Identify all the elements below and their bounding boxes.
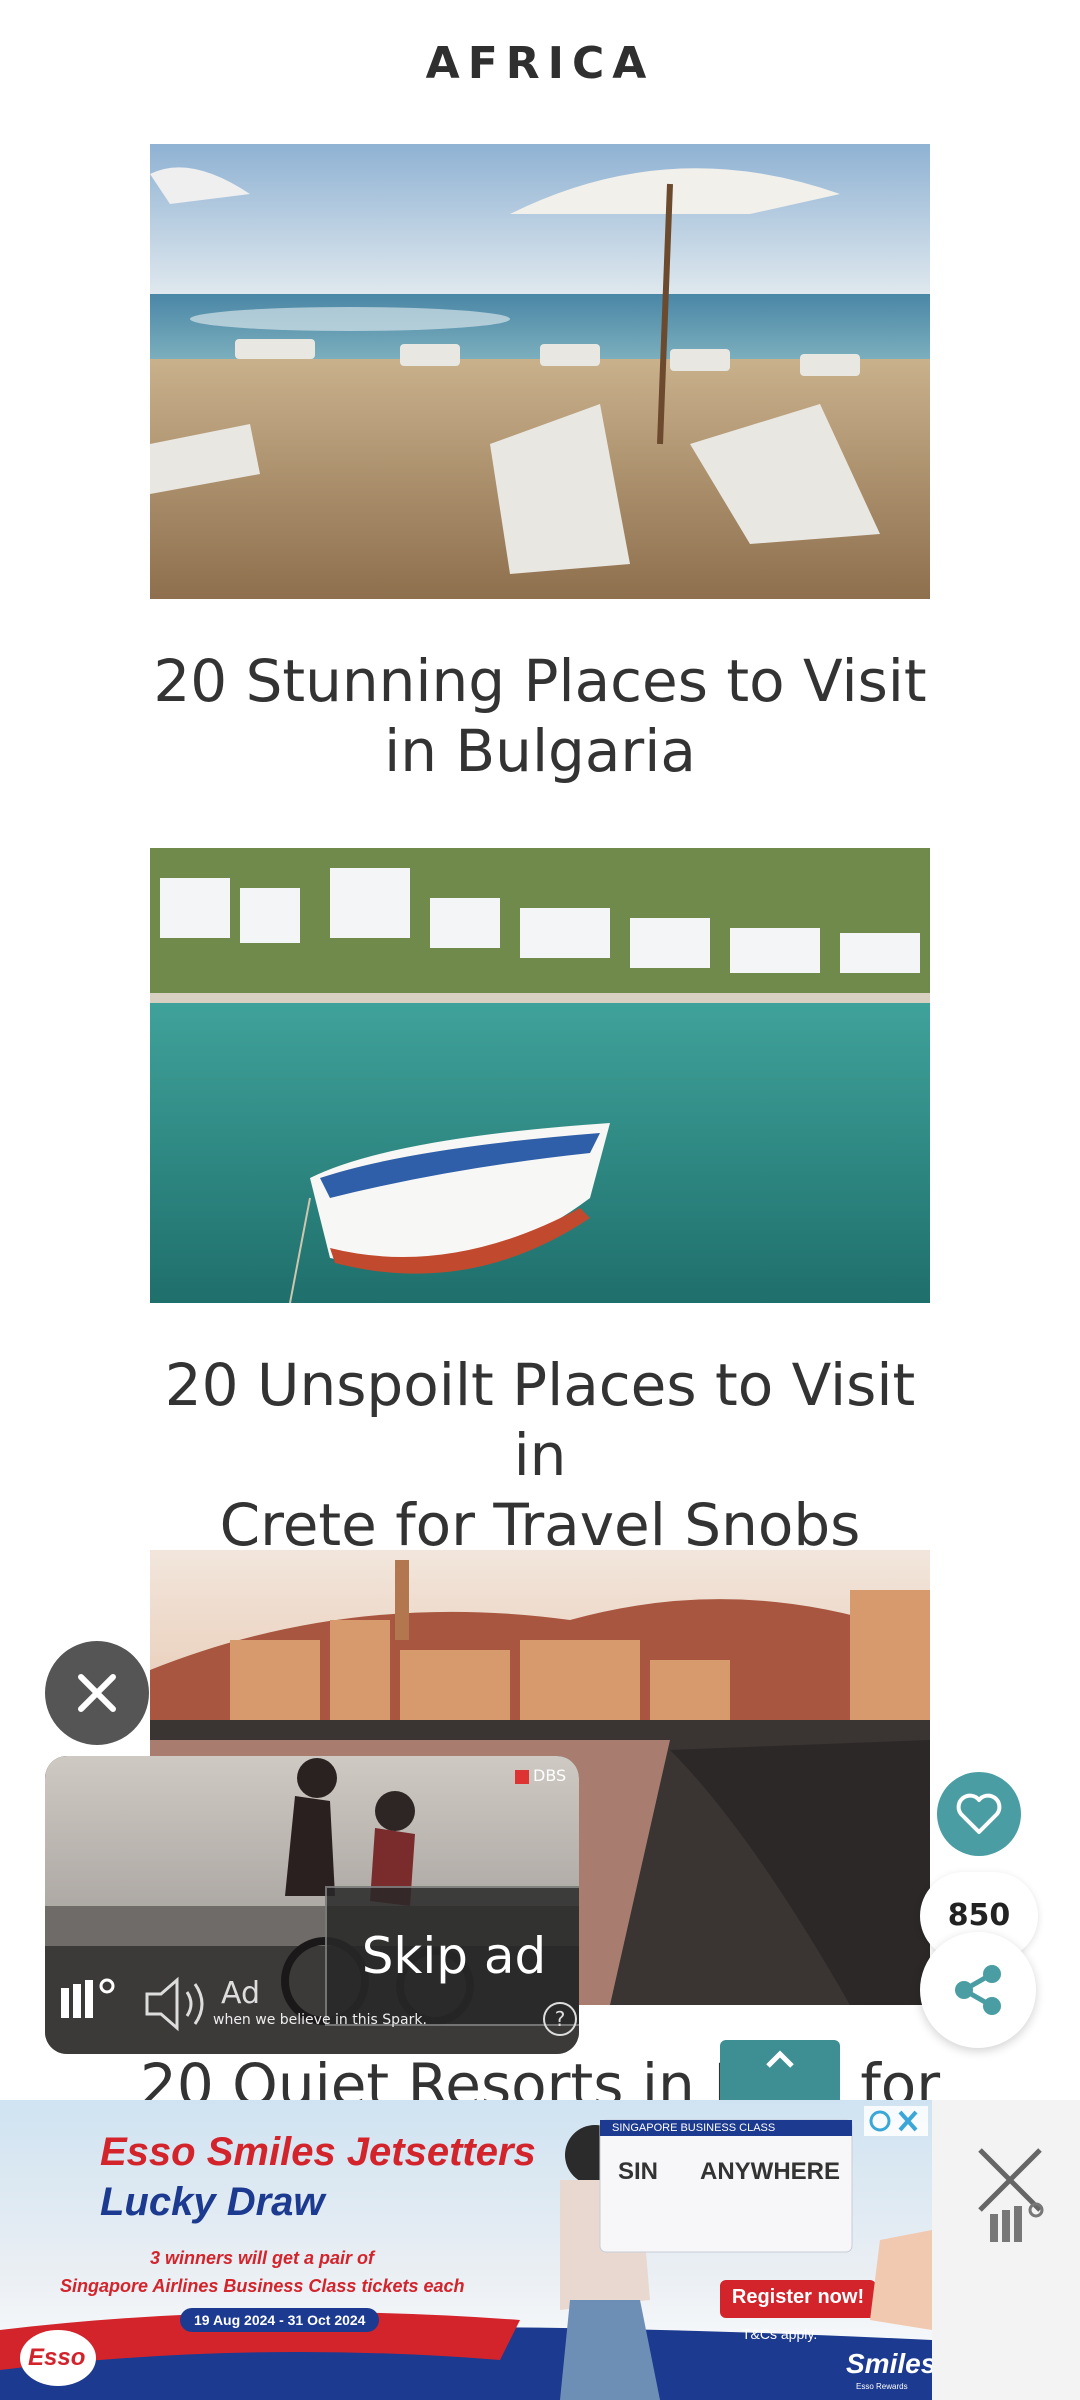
adchoices-icon[interactable] <box>864 2106 928 2136</box>
bottom-ad-container: Esso Smiles Jetsetters Lucky Draw 3 winn… <box>0 2100 1080 2400</box>
ad-sponsor-tag: DBS <box>533 1766 567 1785</box>
scroll-to-top-button[interactable] <box>720 2040 840 2100</box>
article-title-line: 20 Unspoilt Places to Visit in <box>164 1351 916 1489</box>
like-button[interactable] <box>937 1772 1021 1856</box>
skip-ad-button[interactable]: Skip ad <box>325 1886 579 2026</box>
banner-dates: 19 Aug 2024 - 31 Oct 2024 <box>180 2308 380 2332</box>
help-icon[interactable]: ? <box>543 2002 577 2036</box>
ad-caption: when we believe in this Spark. <box>213 2012 427 2028</box>
banner-subtext-1: 3 winners will get a pair of <box>150 2248 375 2268</box>
banner-ad[interactable]: Esso Smiles Jetsetters Lucky Draw 3 winn… <box>0 2100 932 2400</box>
share-icon <box>955 1965 1001 2015</box>
esso-logo: Esso <box>28 2344 86 2371</box>
close-video-ad-button[interactable] <box>45 1641 149 1745</box>
heart-icon <box>956 1793 1002 1834</box>
ticket-header: SINGAPORE BUSINESS CLASS <box>612 2122 776 2134</box>
ticket-from: SIN <box>618 2158 659 2185</box>
article-image-crete[interactable] <box>150 848 930 1303</box>
volume-icon[interactable] <box>143 1972 213 2036</box>
brand-logo-icon <box>990 2202 1044 2242</box>
article-title-crete[interactable]: 20 Unspoilt Places to Visit in Crete for… <box>130 1350 950 1560</box>
video-ad[interactable]: DBS Skip ad Ad when we believe in this S… <box>45 1756 579 2054</box>
share-button[interactable] <box>920 1932 1036 2048</box>
close-icon <box>78 1674 116 1712</box>
article-title-line: 20 Stunning Places to Visit <box>153 647 927 715</box>
article-title-bulgaria[interactable]: 20 Stunning Places to Visit in Bulgaria <box>130 646 950 786</box>
register-button[interactable]: Register now! <box>720 2286 876 2309</box>
banner-terms: T&Cs apply. <box>742 2326 818 2342</box>
ticket-to: ANYWHERE <box>700 2158 841 2185</box>
banner-subheadline: Lucky Draw <box>100 2180 325 2224</box>
banner-headline: Esso Smiles Jetsetters <box>100 2130 536 2174</box>
ad-label: Ad <box>221 1976 261 2011</box>
chevron-up-icon <box>766 2050 794 2068</box>
brand-logo-icon <box>61 1978 115 2018</box>
smiles-logo-subtitle: Esso Rewards <box>856 2382 908 2391</box>
smiles-logo: Smiles <box>846 2348 932 2379</box>
section-title: AFRICA <box>425 38 655 89</box>
article-image-bulgaria[interactable] <box>150 144 930 599</box>
banner-subtext-2: Singapore Airlines Business Class ticket… <box>60 2276 465 2296</box>
article-title-line: in Bulgaria <box>384 717 696 785</box>
ad-choice-icon[interactable] <box>515 1770 529 1784</box>
